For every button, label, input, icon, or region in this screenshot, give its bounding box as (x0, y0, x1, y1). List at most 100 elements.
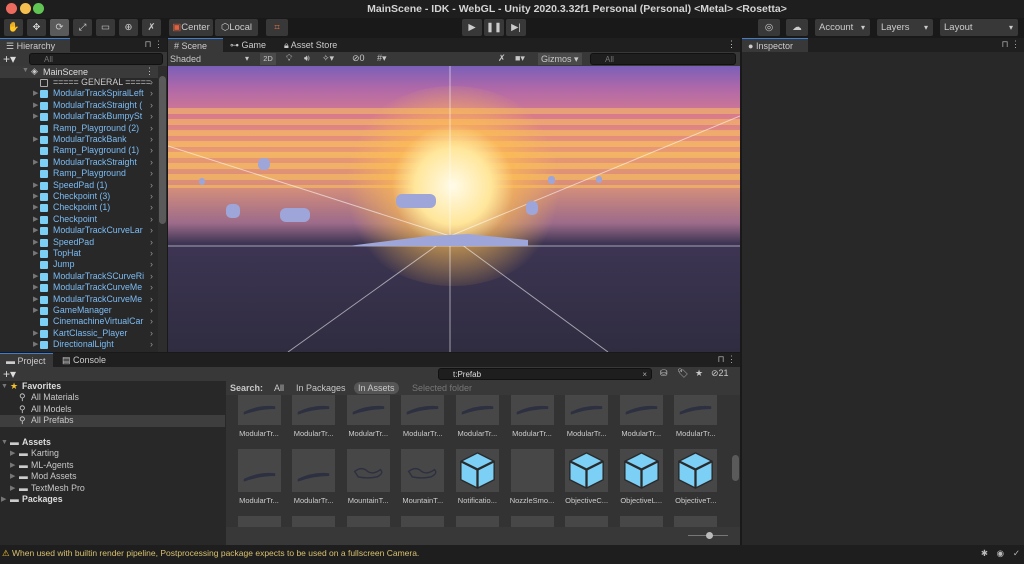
snap-icon[interactable]: ⌗ (266, 19, 288, 36)
gizmos-dropdown[interactable]: Gizmos ▾ (538, 53, 582, 65)
asset-grid-item[interactable]: ObjectiveT... (671, 449, 721, 505)
asset-grid-item[interactable]: Notificatio... (452, 449, 502, 505)
expand-arrow-icon[interactable]: ▶ (33, 214, 38, 225)
asset-grid-item[interactable] (343, 516, 393, 527)
asset-grid-item[interactable]: ModularTr... (452, 395, 502, 438)
hierarchy-item[interactable]: ▶ ModularTrackBumpySt › (0, 111, 158, 122)
project-tree-item[interactable]: ▶ ▬ TextMesh Pro (0, 483, 225, 494)
hierarchy-item[interactable]: ▶ KartClassic_Player › (0, 328, 158, 339)
account-dropdown[interactable]: Account (815, 19, 870, 36)
search-scope-option[interactable]: In Packages (292, 382, 350, 394)
effects-dropdown-icon[interactable]: ✧▾ (322, 53, 334, 64)
asset-grid-scrollbar[interactable] (731, 395, 740, 527)
tab-hierarchy[interactable]: ☰ Hierarchy (0, 38, 70, 52)
hierarchy-item[interactable]: ▶ ModularTrackBank › (0, 134, 158, 145)
create-add-icon[interactable]: +▾ (3, 52, 16, 66)
expand-arrow-icon[interactable]: ▶ (33, 88, 38, 99)
chevron-right-icon[interactable]: › (150, 157, 153, 168)
scale-tool-icon[interactable]: ⤢ (73, 19, 92, 36)
layers-dropdown[interactable]: Layers (877, 19, 933, 36)
expand-arrow-icon[interactable]: ▶ (33, 271, 38, 282)
asset-grid-item[interactable] (289, 516, 339, 527)
rotate-tool-icon[interactable]: ⟳ (50, 19, 69, 36)
project-lock-icon[interactable]: ⊓ ⋮ (717, 354, 736, 365)
chevron-right-icon[interactable]: › (150, 225, 153, 236)
expand-arrow-icon[interactable]: ▶ (33, 111, 38, 122)
project-tree-item[interactable]: ▶ ▬ ML-Agents (0, 460, 225, 471)
hierarchy-item[interactable]: ▶ ModularTrackSCurveRi › (0, 271, 158, 282)
chevron-right-icon[interactable]: › (150, 237, 153, 248)
chevron-right-icon[interactable]: › (150, 248, 153, 259)
layout-dropdown[interactable]: Layout (940, 19, 1018, 36)
status-message[interactable]: When used with builtin render pipeline, … (12, 548, 419, 558)
chevron-right-icon[interactable]: › (150, 282, 153, 293)
expand-arrow-icon[interactable]: ▶ (33, 225, 38, 236)
expand-arrow-icon[interactable]: ▶ (10, 460, 15, 471)
asset-grid-item[interactable] (616, 516, 666, 527)
chevron-right-icon[interactable]: › (150, 168, 153, 179)
asset-grid-item[interactable]: ObjectiveC... (562, 449, 612, 505)
expand-arrow-icon[interactable]: ▶ (33, 237, 38, 248)
asset-grid-item[interactable]: ModularTr... (289, 395, 339, 438)
hierarchy-item[interactable]: Ramp_Playground (2) › (0, 123, 158, 134)
chevron-right-icon[interactable]: › (150, 214, 153, 225)
hierarchy-item[interactable]: ▶ DirectionalLight › (0, 339, 158, 350)
tools-icon[interactable]: ✗ (498, 53, 506, 64)
asset-grid-item[interactable]: MountainT... (398, 449, 448, 505)
chevron-right-icon[interactable]: › (150, 202, 153, 213)
chevron-right-icon[interactable]: › (150, 134, 153, 145)
search-by-label-icon[interactable]: 🏷︎ (677, 368, 688, 379)
expand-arrow-icon[interactable]: ▶ (33, 305, 38, 316)
hidden-objects-icon[interactable]: ⊘0 (352, 53, 365, 64)
asset-grid-item[interactable] (671, 516, 721, 527)
pause-button[interactable]: ❚❚ (484, 19, 504, 36)
hierarchy-item[interactable]: ▶ ModularTrackStraight › (0, 157, 158, 168)
chevron-right-icon[interactable]: › (150, 294, 153, 305)
asset-grid-item[interactable] (507, 516, 557, 527)
audio-toggle-icon[interactable]: 🔊︎ (304, 53, 310, 64)
asset-grid-item[interactable]: ObjectiveL... (616, 449, 666, 505)
hierarchy-item[interactable]: ▶ Checkpoint › (0, 214, 158, 225)
zoom-window-button[interactable] (33, 3, 44, 14)
search-by-type-icon[interactable]: ⛁ (660, 368, 668, 379)
chevron-right-icon[interactable]: › (150, 328, 153, 339)
hierarchy-item[interactable]: ▶ ModularTrackCurveMe › (0, 294, 158, 305)
hierarchy-item[interactable]: ===== GENERAL ===== › (0, 77, 158, 88)
asset-grid-item[interactable] (562, 516, 612, 527)
tab-game[interactable]: ⊶ Game (224, 38, 272, 52)
hierarchy-item[interactable]: ▶ ModularTrackSpiralLeft › (0, 88, 158, 99)
project-tree-item[interactable]: ▶ ▬ Mod Assets (0, 471, 225, 482)
collab-icon[interactable]: ◎ (758, 19, 780, 36)
project-tree-item[interactable]: ⚲ All Prefabs (0, 415, 225, 427)
asset-grid-item[interactable]: ModularTr... (616, 395, 666, 438)
rect-tool-icon[interactable]: ▭ (96, 19, 115, 36)
project-search-input[interactable]: t:Prefab × (438, 368, 652, 380)
progress-icon[interactable]: ◉ (997, 545, 1004, 562)
expand-arrow-icon[interactable]: ▶ (33, 328, 38, 339)
expand-arrow-icon[interactable]: ▶ (33, 202, 38, 213)
expand-arrow-icon[interactable]: ▶ (33, 282, 38, 293)
chevron-right-icon[interactable]: › (150, 271, 153, 282)
step-button[interactable]: ▶| (506, 19, 526, 36)
expand-arrow-icon[interactable]: ▶ (1, 494, 6, 505)
hierarchy-item[interactable]: CinemachineVirtualCar › (0, 316, 158, 327)
asset-grid-item[interactable] (398, 516, 448, 527)
asset-grid-item[interactable]: ModularTr... (343, 395, 393, 438)
slider-handle[interactable] (706, 532, 713, 539)
project-tree-item[interactable]: ▶ ▬ Karting (0, 448, 225, 459)
clear-search-icon[interactable]: × (642, 369, 647, 380)
chevron-right-icon[interactable]: › (150, 305, 153, 316)
scene-menu-icon[interactable]: ⋮ (145, 66, 154, 77)
search-scope-option[interactable]: All (270, 382, 288, 394)
pivot-center-button[interactable]: ▣Center (169, 19, 213, 36)
asset-grid-item[interactable]: ModularTr... (562, 395, 612, 438)
custom-tool-icon[interactable]: ✗ (142, 19, 161, 36)
chevron-right-icon[interactable]: › (150, 111, 153, 122)
hierarchy-item[interactable]: ▶ TopHat › (0, 248, 158, 259)
tab-project[interactable]: ▬ Project (0, 353, 53, 367)
transform-tool-icon[interactable]: ⊕ (119, 19, 138, 36)
asset-grid-item[interactable] (234, 516, 284, 527)
expand-arrow-icon[interactable]: ▶ (33, 100, 38, 111)
asset-grid-item[interactable]: MountainT... (343, 449, 393, 505)
hierarchy-item[interactable]: Ramp_Playground (1) › (0, 145, 158, 156)
